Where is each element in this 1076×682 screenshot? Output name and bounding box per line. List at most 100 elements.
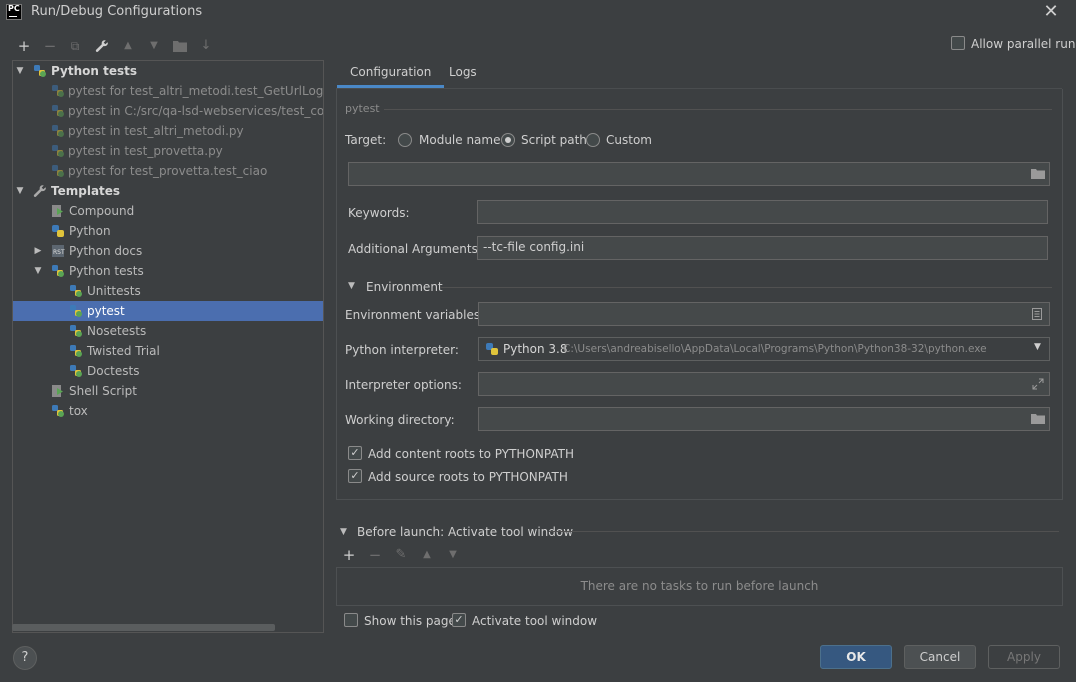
script-path-input[interactable] xyxy=(348,162,1050,186)
chevron-down-icon[interactable]: ▼ xyxy=(1034,342,1041,352)
tab-configuration[interactable]: Configuration xyxy=(337,60,445,88)
tree-item-configuration[interactable]: pytest in test_altri_metodi.py xyxy=(13,121,323,141)
interpreter-name: Python 3.8 xyxy=(503,342,568,356)
tree-item-configuration[interactable]: pytest for test_provetta.test_ciao xyxy=(13,161,323,181)
tree-horizontal-scrollbar[interactable] xyxy=(12,624,275,631)
python-tests-icon xyxy=(52,265,64,277)
move-task-down-button[interactable]: ▼ xyxy=(443,545,463,565)
environment-variables-label: Environment variables: xyxy=(345,308,485,322)
python-interpreter-select[interactable]: Python 3.8 C:\Users\andreabisello\AppDat… xyxy=(478,337,1050,361)
activate-tool-window-label: Activate tool window xyxy=(472,614,598,628)
empty-tasks-text: There are no tasks to run before launch xyxy=(580,579,819,593)
python-tests-icon xyxy=(70,345,82,357)
target-script-path-radio[interactable] xyxy=(501,133,515,147)
browse-folder-icon[interactable] xyxy=(1031,414,1045,424)
pycharm-app-icon: PC xyxy=(6,4,22,20)
show-this-page-checkbox[interactable] xyxy=(344,613,358,627)
section-divider xyxy=(549,531,1059,532)
move-down-button[interactable]: ▼ xyxy=(144,36,164,56)
expand-arrow-icon[interactable]: ▼ xyxy=(32,261,44,281)
tab-logs[interactable]: Logs xyxy=(436,60,490,88)
collapse-arrow-icon[interactable]: ▶ xyxy=(32,241,44,261)
new-folder-icon[interactable] xyxy=(170,36,190,56)
interpreter-options-input[interactable] xyxy=(478,372,1050,396)
move-up-button[interactable]: ▲ xyxy=(118,36,138,56)
environment-collapse-icon[interactable]: ▼ xyxy=(348,281,355,291)
target-module-name-radio[interactable] xyxy=(398,133,412,147)
tree-item-twisted-trial[interactable]: Twisted Trial xyxy=(13,341,323,361)
expand-arrow-icon[interactable]: ▼ xyxy=(14,61,26,81)
expand-icon[interactable] xyxy=(1032,378,1044,390)
interpreter-options-label: Interpreter options: xyxy=(345,378,462,392)
wrench-icon[interactable] xyxy=(92,36,112,56)
allow-parallel-run-checkbox[interactable] xyxy=(951,36,965,50)
activate-tool-window-checkbox[interactable]: ✓ xyxy=(452,613,466,627)
keywords-input[interactable] xyxy=(477,200,1048,224)
section-divider xyxy=(440,287,1052,288)
tree-item-shell-script[interactable]: Shell Script xyxy=(13,381,323,401)
python-icon xyxy=(486,343,498,355)
add-content-roots-label: Add content roots to PYTHONPATH xyxy=(368,447,574,461)
environment-variables-input[interactable] xyxy=(478,302,1050,326)
section-title-pytest: pytest xyxy=(345,102,380,115)
target-module-name-label: Module name xyxy=(419,133,501,147)
remove-task-button[interactable]: − xyxy=(365,545,385,565)
additional-arguments-label: Additional Arguments: xyxy=(348,242,482,256)
python-test-config-icon xyxy=(52,165,64,177)
before-launch-task-list[interactable]: There are no tasks to run before launch xyxy=(336,567,1063,606)
tree-item-configuration[interactable]: pytest for test_altri_metodi.test_GetUrl… xyxy=(13,81,323,101)
python-tests-icon xyxy=(70,305,82,317)
environment-section-title[interactable]: Environment xyxy=(366,280,443,294)
add-source-roots-checkbox[interactable]: ✓ xyxy=(348,469,362,483)
tree-item-nosetests[interactable]: Nosetests xyxy=(13,321,323,341)
working-directory-input[interactable] xyxy=(478,407,1050,431)
before-launch-collapse-icon[interactable]: ▼ xyxy=(340,527,347,537)
add-task-button[interactable]: + xyxy=(339,545,359,565)
tree-item-python-tests[interactable]: ▼ Python tests xyxy=(13,61,323,81)
ok-button[interactable]: OK xyxy=(820,645,892,669)
svg-text:RST: RST xyxy=(53,249,65,256)
cancel-button[interactable]: Cancel xyxy=(904,645,976,669)
browse-folder-icon[interactable] xyxy=(1031,169,1045,179)
tree-item-python[interactable]: Python xyxy=(13,221,323,241)
tree-item-templates[interactable]: ▼ Templates xyxy=(13,181,323,201)
sort-icon[interactable]: ↓ xyxy=(196,36,216,56)
edit-task-icon[interactable]: ✎ xyxy=(391,545,411,565)
tree-item-doctests[interactable]: Doctests xyxy=(13,361,323,381)
working-directory-label: Working directory: xyxy=(345,413,455,427)
target-custom-radio[interactable] xyxy=(586,133,600,147)
python-test-config-icon xyxy=(52,85,64,97)
tree-item-python-docs[interactable]: ▶ RST Python docs xyxy=(13,241,323,261)
add-content-roots-checkbox[interactable]: ✓ xyxy=(348,446,362,460)
python-tests-icon xyxy=(52,405,64,417)
apply-button[interactable]: Apply xyxy=(988,645,1060,669)
help-button[interactable]: ? xyxy=(13,646,37,670)
wrench-icon xyxy=(33,185,46,197)
copy-configuration-icon[interactable]: ⧉ xyxy=(65,36,85,56)
tree-item-configuration[interactable]: pytest in test_provetta.py xyxy=(13,141,323,161)
tree-item-tox[interactable]: tox xyxy=(13,401,323,421)
python-interpreter-label: Python interpreter: xyxy=(345,343,459,357)
target-custom-label: Custom xyxy=(606,133,652,147)
python-tests-icon xyxy=(70,325,82,337)
edit-env-vars-icon[interactable] xyxy=(1032,308,1042,320)
tree-item-compound[interactable]: Compound xyxy=(13,201,323,221)
tree-item-python-tests-template[interactable]: ▼ Python tests xyxy=(13,261,323,281)
expand-arrow-icon[interactable]: ▼ xyxy=(14,181,26,201)
tree-item-unittests[interactable]: Unittests xyxy=(13,281,323,301)
additional-arguments-input[interactable]: --tc-file config.ini xyxy=(477,236,1048,260)
python-icon xyxy=(52,225,64,237)
close-button[interactable]: ✕ xyxy=(1040,1,1062,23)
move-task-up-button[interactable]: ▲ xyxy=(417,545,437,565)
before-launch-title[interactable]: Before launch: Activate tool window xyxy=(357,525,573,539)
remove-configuration-button[interactable]: − xyxy=(40,36,60,56)
allow-parallel-run-label: Allow parallel run xyxy=(971,37,1076,51)
configurations-tree[interactable]: ▼ Python tests pytest for test_altri_met… xyxy=(12,60,324,633)
python-tests-icon xyxy=(70,365,82,377)
tree-item-pytest[interactable]: pytest xyxy=(13,301,323,321)
interpreter-path: C:\Users\andreabisello\AppData\Local\Pro… xyxy=(563,343,987,355)
add-configuration-button[interactable]: + xyxy=(14,36,34,56)
tree-item-configuration[interactable]: pytest in C:/src/qa-lsd-webservices/test… xyxy=(13,101,323,121)
configuration-panel xyxy=(336,89,1063,500)
python-test-config-icon xyxy=(52,145,64,157)
